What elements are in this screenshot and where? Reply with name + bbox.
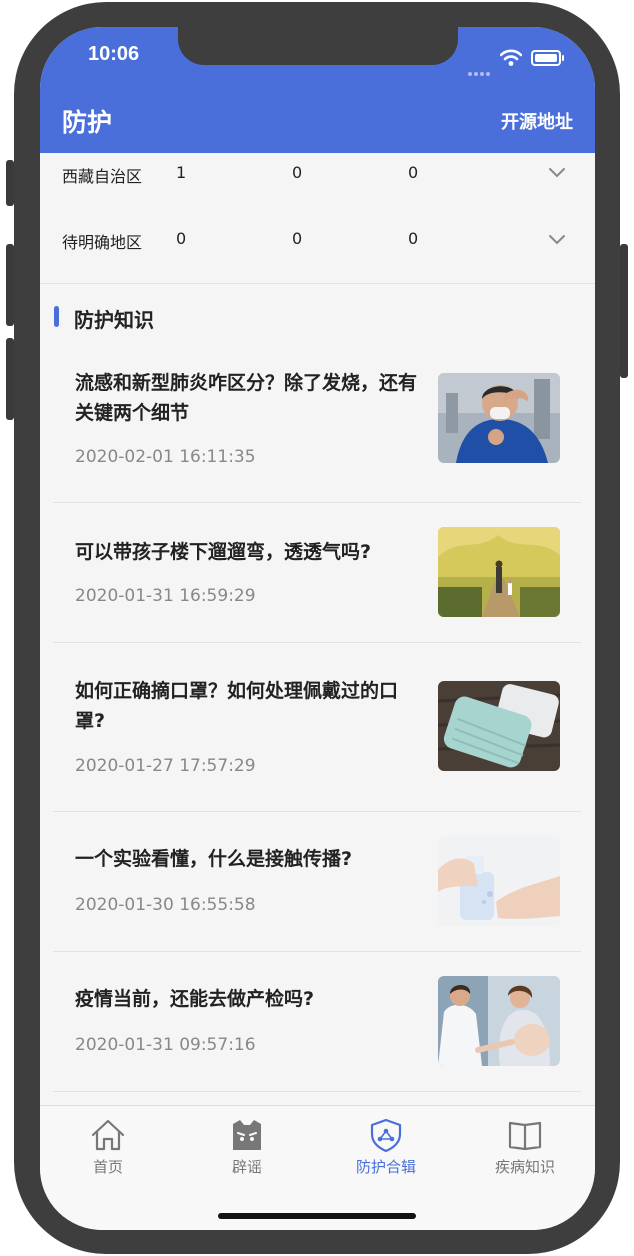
tab-bar: 首页 辟谣 防护合辑 疾病知识	[40, 1105, 595, 1230]
home-indicator	[218, 1213, 416, 1219]
tab-label: 辟谣	[231, 1158, 262, 1176]
region-name: 西藏自治区	[62, 167, 143, 186]
region-row[interactable]: 西藏自治区 1 0 0	[40, 153, 595, 193]
article-title: 疫情当前，还能去做产检吗?	[75, 988, 315, 1010]
wifi-icon	[500, 49, 522, 66]
article-title: 可以带孩子楼下遛遛弯，透透气吗?	[75, 541, 372, 563]
article-date: 2020-01-31 09:57:16	[75, 1035, 256, 1055]
article-item[interactable]: 流感和新型肺炎咋区分？除了发烧，还有关键两个细节 2020-02-01 16:1…	[53, 350, 581, 503]
status-time: 10:06	[88, 43, 140, 65]
tab-home[interactable]: 首页	[48, 1118, 168, 1177]
mute-switch	[6, 160, 14, 206]
article-item[interactable]: 一个实验看懂，什么是接触传播? 2020-01-30 16:55:58	[53, 812, 581, 952]
tab-label: 防护合辑	[355, 1158, 416, 1176]
article-title: 一个实验看懂，什么是接触传播?	[75, 848, 353, 870]
home-icon	[91, 1119, 125, 1151]
chevron-down-icon[interactable]	[548, 234, 566, 246]
volume-down-button	[6, 338, 14, 420]
tab-label: 首页	[92, 1158, 123, 1176]
battery-icon	[531, 50, 564, 66]
source-link[interactable]: 开源地址	[501, 108, 573, 134]
tab-disease-knowledge[interactable]: 疾病知识	[465, 1118, 585, 1177]
tab-rumors[interactable]: 辟谣	[187, 1118, 307, 1177]
region-value: 0	[408, 163, 419, 182]
article-item[interactable]: 疫情当前，还能去做产检吗? 2020-01-31 09:57:16	[53, 952, 581, 1092]
article-title: 如何正确摘口罩？如何处理佩戴过的口罩?	[75, 680, 399, 732]
article-thumbnail	[438, 681, 560, 771]
power-button	[620, 244, 628, 378]
book-icon	[508, 1121, 542, 1151]
section-title: 防护知识	[74, 308, 154, 332]
section-accent-bar	[54, 306, 59, 327]
article-thumbnail	[438, 836, 560, 926]
article-title: 流感和新型肺炎咋区分？除了发烧，还有关键两个细节	[75, 372, 418, 424]
region-value: 0	[176, 229, 187, 248]
region-row[interactable]: 待明确地区 0 0 0	[40, 210, 595, 270]
region-value: 0	[292, 229, 303, 248]
section-divider	[40, 283, 595, 284]
app-screen: 10:06 防护 开源地址 西藏自治区 1 0 0 待明确地区 0 0 0 防护…	[40, 27, 595, 1230]
volume-up-button	[6, 244, 14, 326]
ghost-icon	[233, 1120, 261, 1150]
article-date: 2020-02-01 16:11:35	[75, 447, 256, 467]
article-thumbnail	[438, 976, 560, 1066]
article-date: 2020-01-31 16:59:29	[75, 586, 256, 606]
region-value: 1	[176, 163, 187, 182]
tab-protection[interactable]: 防护合辑	[326, 1118, 446, 1177]
article-thumbnail	[438, 373, 560, 463]
article-date: 2020-01-27 17:57:29	[75, 756, 256, 776]
cellular-signal-icon	[468, 61, 494, 76]
page-title: 防护	[62, 108, 113, 137]
chevron-down-icon[interactable]	[548, 167, 566, 179]
article-item[interactable]: 如何正确摘口罩？如何处理佩戴过的口罩? 2020-01-27 17:57:29	[53, 643, 581, 812]
region-value: 0	[408, 229, 419, 248]
region-name: 待明确地区	[62, 233, 143, 252]
region-value: 0	[292, 163, 303, 182]
article-thumbnail	[438, 527, 560, 617]
article-date: 2020-01-30 16:55:58	[75, 895, 256, 915]
nav-header: 10:06 防护 开源地址	[40, 27, 595, 153]
tab-label: 疾病知识	[494, 1158, 555, 1176]
shield-icon	[370, 1118, 402, 1152]
device-notch	[178, 27, 458, 65]
article-item[interactable]: 可以带孩子楼下遛遛弯，透透气吗? 2020-01-31 16:59:29	[53, 503, 581, 643]
